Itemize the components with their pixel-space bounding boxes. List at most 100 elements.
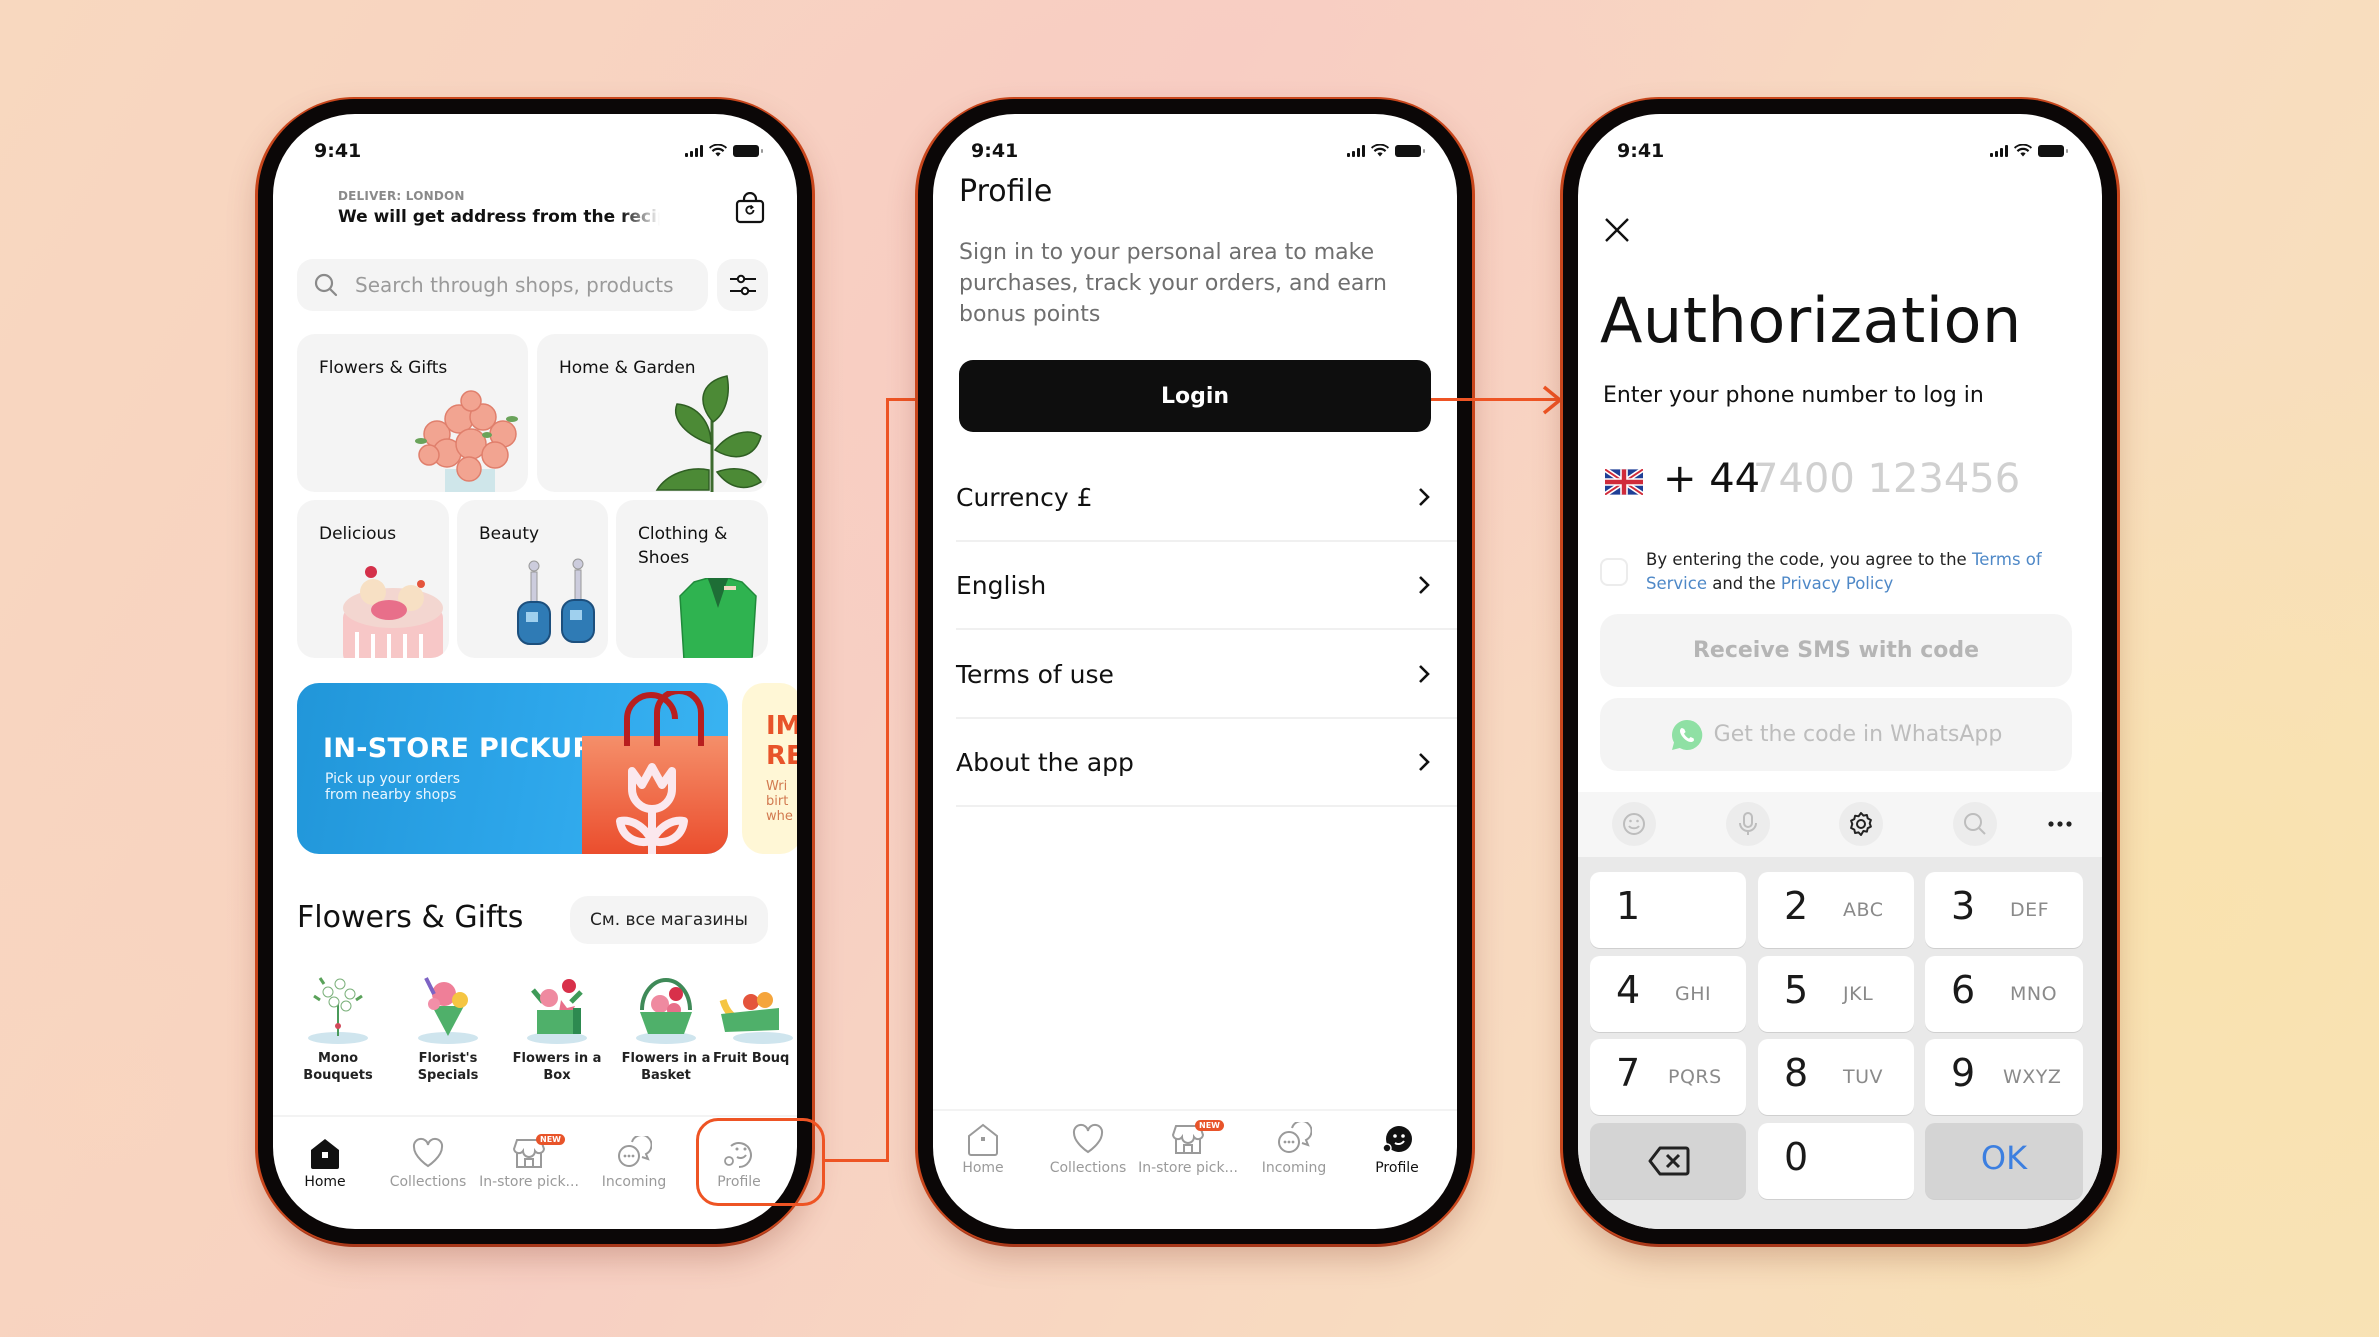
- terms-checkbox[interactable]: [1600, 558, 1628, 586]
- list-item-about-app[interactable]: About the app: [956, 719, 1457, 807]
- terms-text: By entering the code, you agree to the T…: [1646, 548, 2066, 596]
- nav-label: Home: [304, 1174, 346, 1190]
- key-1[interactable]: 1: [1590, 872, 1746, 948]
- battery-icon: [733, 144, 763, 157]
- uk-flag-icon[interactable]: [1605, 469, 1643, 495]
- key-number: 9: [1951, 1051, 1976, 1095]
- nav-in-store-pickup[interactable]: NEW In-store pick...: [1133, 1120, 1243, 1176]
- subcategory-fruit-bouquets[interactable]: Fruit Bouq: [713, 970, 797, 1067]
- nav-divider: [273, 1115, 797, 1117]
- delivery-address[interactable]: We will get address from the recipient: [338, 207, 660, 227]
- section-title: Flowers & Gifts: [297, 900, 524, 935]
- login-button[interactable]: Login: [959, 360, 1431, 432]
- see-all-shops-button[interactable]: См. все магазины: [570, 896, 768, 944]
- profile-screen: 9:41 Profile Sign in to your personal ar…: [933, 114, 1457, 1229]
- subcategory-flowers-in-a-box[interactable]: Flowers in a Box: [502, 970, 612, 1084]
- banner-next[interactable]: IM RE Wri birt whe: [742, 683, 797, 854]
- category-card-beauty[interactable]: Beauty: [457, 500, 608, 658]
- close-icon[interactable]: [1604, 217, 1630, 243]
- battery-icon: [1395, 144, 1425, 157]
- status-time: 9:41: [971, 140, 1019, 162]
- microphone-button[interactable]: [1726, 802, 1770, 846]
- keyboard-toolbar: [1578, 792, 2102, 857]
- keyboard-settings-button[interactable]: [1839, 802, 1883, 846]
- subcategory-label: Flowers in a Box: [512, 1051, 602, 1083]
- key-letters: WXYZ: [2003, 1066, 2062, 1088]
- category-card-flowers-gifts[interactable]: Flowers & Gifts: [297, 334, 528, 492]
- key-4[interactable]: 4 GHI: [1590, 956, 1746, 1032]
- key-letters: ABC: [1843, 899, 1884, 921]
- privacy-policy-link[interactable]: Privacy Policy: [1781, 574, 1893, 593]
- phone-number-input[interactable]: 7400 123456: [1753, 456, 2020, 502]
- nav-label: Incoming: [1261, 1160, 1327, 1176]
- banner-title: IN-STORE PICKUP: [323, 733, 593, 764]
- list-item-language[interactable]: English: [956, 542, 1457, 630]
- terms-prefix: By entering the code, you agree to the: [1646, 550, 1972, 569]
- key-number: 6: [1951, 968, 1976, 1012]
- heart-icon: [412, 1137, 444, 1168]
- heart-icon: [1072, 1123, 1104, 1154]
- whatsapp-code-button[interactable]: Get the code in WhatsApp: [1600, 698, 2072, 771]
- nav-home[interactable]: Home: [273, 1136, 380, 1190]
- deliver-label: DELIVER: LONDON: [338, 189, 465, 203]
- category-card-home-garden[interactable]: Home & Garden: [537, 334, 768, 492]
- nav-incoming[interactable]: Incoming: [1239, 1120, 1349, 1176]
- receive-sms-button[interactable]: Receive SMS with code: [1600, 614, 2072, 687]
- backspace-key[interactable]: [1590, 1123, 1746, 1199]
- banner-in-store-pickup[interactable]: IN-STORE PICKUP Pick up your orders from…: [297, 683, 728, 854]
- flow-arrow-icon: [1542, 385, 1563, 415]
- chevron-right-icon: [1419, 488, 1430, 506]
- nav-collections[interactable]: Collections: [1033, 1122, 1143, 1176]
- search-input[interactable]: Search through shops, products: [297, 259, 708, 311]
- key-7[interactable]: 7 PQRS: [1590, 1039, 1746, 1115]
- wifi-icon: [1371, 144, 1389, 157]
- list-item-terms-of-use[interactable]: Terms of use: [956, 631, 1457, 719]
- country-code[interactable]: + 44: [1663, 456, 1760, 502]
- list-item-currency[interactable]: Currency £: [956, 454, 1457, 542]
- category-label: Flowers & Gifts: [319, 358, 448, 378]
- subcategory-label: Fruit Bouq: [713, 1051, 790, 1066]
- green-blazer-image: [679, 578, 757, 658]
- key-0[interactable]: 0: [1758, 1123, 1914, 1199]
- key-2[interactable]: 2 ABC: [1758, 872, 1914, 948]
- category-label: Beauty: [479, 524, 540, 544]
- subcategory-flowers-in-a-basket[interactable]: Flowers in a Basket: [611, 970, 721, 1084]
- cake-image: [343, 566, 443, 658]
- filter-button[interactable]: [717, 259, 768, 311]
- nav-in-store-pickup[interactable]: NEW In-store pick...: [474, 1134, 584, 1190]
- page-title: Profile: [959, 174, 1053, 209]
- key-9[interactable]: 9 WXYZ: [1925, 1039, 2083, 1115]
- subcategory-florists-specials[interactable]: Florist's Specials: [393, 970, 503, 1084]
- nav-incoming[interactable]: Incoming: [579, 1134, 689, 1190]
- list-item-label: English: [956, 570, 1047, 600]
- key-number: 1: [1616, 884, 1641, 928]
- key-8[interactable]: 8 TUV: [1758, 1039, 1914, 1115]
- key-letters: PQRS: [1668, 1066, 1722, 1088]
- category-card-clothing-shoes[interactable]: Clothing & Shoes: [616, 500, 768, 658]
- key-5[interactable]: 5 JKL: [1758, 956, 1914, 1032]
- key-letters: MNO: [2010, 983, 2058, 1005]
- nav-label: Profile: [1375, 1160, 1419, 1176]
- nav-collections[interactable]: Collections: [373, 1136, 483, 1190]
- rose-bouquet-image: [415, 390, 518, 492]
- flower-box-image: [527, 979, 587, 1044]
- auth-subtitle: Enter your phone number to log in: [1603, 383, 1984, 408]
- shopping-bag-icon[interactable]: [735, 191, 765, 228]
- sliders-icon: [729, 274, 756, 296]
- new-badge: NEW: [1195, 1120, 1224, 1131]
- ok-key[interactable]: OK: [1925, 1123, 2083, 1199]
- key-6[interactable]: 6 MNO: [1925, 956, 2083, 1032]
- key-3[interactable]: 3 DEF: [1925, 872, 2083, 948]
- key-number: 4: [1616, 968, 1641, 1012]
- subcategory-mono-bouquets[interactable]: Mono Bouquets: [283, 970, 393, 1084]
- emoji-button[interactable]: [1612, 802, 1656, 846]
- nav-profile[interactable]: Profile: [1342, 1122, 1452, 1176]
- home-screen: 9:41 DELIVER: LONDON We will get address…: [273, 114, 797, 1229]
- list-item-label: Terms of use: [956, 659, 1114, 689]
- nav-home[interactable]: Home: [933, 1122, 1038, 1176]
- flower-basket-image: [636, 978, 696, 1044]
- authorization-screen: 9:41 Authorization Enter your phone numb…: [1578, 114, 2102, 1229]
- category-card-delicious[interactable]: Delicious: [297, 500, 449, 658]
- more-dots-icon[interactable]: [2048, 820, 2072, 828]
- keyboard-search-button[interactable]: [1953, 802, 1997, 846]
